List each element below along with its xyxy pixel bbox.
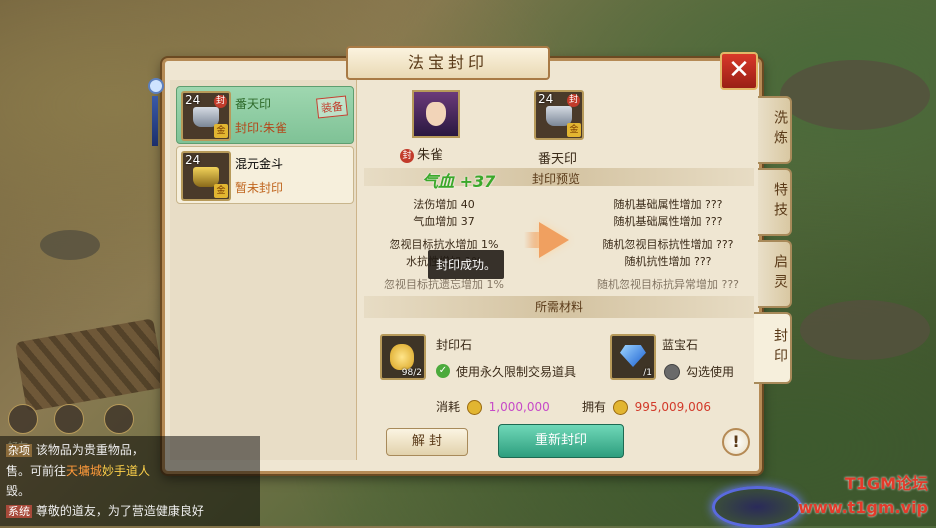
checkbox-use-sapphire[interactable] [664,364,680,380]
checkbox-permanent-items[interactable]: ✓ [436,364,450,378]
pet-name: 朱雀 [417,148,444,163]
close-button[interactable]: ✕ [720,52,758,90]
gain-indicator: 气血 +37 [422,168,495,192]
item-name: 混元金斗 [235,157,284,171]
coin-icon [612,400,628,415]
chat-line: 系统 尊敬的道友，为了营造健康良好 [6,501,254,522]
seal-icon: 封 [400,148,414,163]
stat-line: 法伤增加 40 [413,198,475,211]
checkbox-label: 勾选使用 [686,365,735,379]
toast-message: 封印成功。 [428,250,505,279]
sapphire-icon [620,345,646,367]
item-name: 番天印 [235,97,272,111]
pet-portrait[interactable] [412,90,460,138]
material-name: 封印石 [436,338,473,352]
coin-icon [466,400,482,415]
material-slot-sealstone[interactable]: 98/2 [380,334,426,380]
stat-line: 随机忽视目标抗性增加 ??? [602,238,734,251]
chat-text: 售。可前往 [6,464,67,478]
cost-row: 消耗 1,000,000 [436,398,550,415]
arrow-right-icon [539,222,569,258]
cost-label: 消耗 [436,400,461,414]
chat-text: 毁。 [6,484,31,498]
target-name: 番天印 [538,152,578,167]
jade-charm-ornament [148,78,164,158]
scenery-rock [780,60,930,130]
tab-refine[interactable]: 洗炼 [758,96,792,164]
seal-stone-icon [390,344,414,370]
microphone-icon[interactable] [104,404,134,434]
equipped-badge: 装备 [316,95,348,119]
treasure-thumbnail: 24 金 [181,151,231,201]
stat-line: 随机抗性增加 ??? [624,255,712,268]
friends-icon[interactable] [8,404,38,434]
grade-icon: 金 [214,184,228,198]
stat-line: 随机基础属性增加 ??? [613,215,723,228]
watermark-url: www.t1gm.vip [798,498,928,517]
shipwreck-scenery [14,318,166,412]
item-status: 封印:朱雀 [235,121,288,135]
stat-line: 随机基础属性增加 ??? [613,198,723,211]
own-row: 拥有 995,009,006 [582,398,711,415]
list-item-hunyuanjindou[interactable]: 24 金 混元金斗 暂未封印 [176,146,354,204]
scenery-rock [800,300,930,360]
scenery-rock [40,230,100,260]
treasure-list: 24 封 金 番天印 封印:朱雀 装备 24 金 混元金斗 暂未封印 [170,80,357,460]
list-item-fantianyin[interactable]: 24 封 金 番天印 封印:朱雀 装备 [176,86,354,144]
own-value: 995,009,006 [634,400,712,414]
stat-line: 气血增加 37 [413,215,475,228]
cost-value: 1,000,000 [488,400,550,414]
material-name: 蓝宝石 [662,338,699,352]
item-level: 24 [185,153,201,167]
watermark-title: T1GM论坛 [844,474,928,493]
material-count: 98/2 [401,368,422,378]
chat-text: 尊敬的道友，为了营造健康良好 [35,504,204,518]
teleport-portal[interactable] [712,486,802,528]
channel-tag: 系统 [6,505,32,518]
materials-header: 所需材料 [364,296,754,318]
gain-label: 气血 [422,172,455,191]
forum-watermark: T1GM论坛 www.t1gm.vip [798,472,928,520]
item-level: 24 [185,93,201,107]
chat-text: 该物品为贵重物品， [35,443,144,457]
chat-line: 售。可前往天墉城妙手道人 [6,461,254,481]
own-label: 拥有 [582,400,607,414]
window-title: 法宝封印 [346,46,550,80]
preview-label: 封印预览 [532,172,581,186]
stat-line: 随机忽视目标抗异常增加 ??? [596,278,739,291]
material-count: /1 [643,368,652,378]
treasure-thumbnail: 24 封 金 [181,91,231,141]
material-slot-sapphire[interactable]: /1 [610,334,656,380]
chat-bubble-icon[interactable] [54,404,84,434]
unseal-button[interactable]: 解 封 [386,428,468,456]
checkbox-label: 使用永久限制交易道具 [456,365,577,379]
chat-log[interactable]: 杂项 该物品为贵重物品， 售。可前往天墉城妙手道人 毁。 系统 尊敬的道友，为了… [0,436,260,526]
pet-name-row: 封朱雀 [400,144,443,163]
item-status: 暂未封印 [235,181,284,195]
chat-line: 杂项 该物品为贵重物品， [6,440,254,461]
reseal-button[interactable]: 重新封印 [498,424,624,458]
tab-skill[interactable]: 特技 [758,168,792,236]
tab-awaken[interactable]: 启灵 [758,240,792,308]
info-icon[interactable]: ! [722,428,750,456]
preview-stats: 随机基础属性增加 ??? 随机基础属性增加 ??? 随机忽视目标抗性增加 ???… [582,196,754,293]
chat-line: 毁。 [6,481,254,501]
channel-tag: 杂项 [6,444,32,457]
item-level: 24 [538,92,554,106]
tab-seal[interactable]: 封印 [754,312,792,384]
grade-icon: 金 [567,123,581,137]
npc-link[interactable]: 妙手道人 [102,464,150,478]
gain-value: +37 [459,172,496,191]
city-link[interactable]: 天墉城 [66,464,102,478]
target-treasure-thumbnail[interactable]: 24 封 金 [534,90,584,140]
seal-preview: 封朱雀 24 封 金 番天印 气血 +37 封印预览 法伤增加 40 气血增加 … [364,84,754,293]
grade-icon: 金 [214,124,228,138]
face-icon [426,102,446,126]
